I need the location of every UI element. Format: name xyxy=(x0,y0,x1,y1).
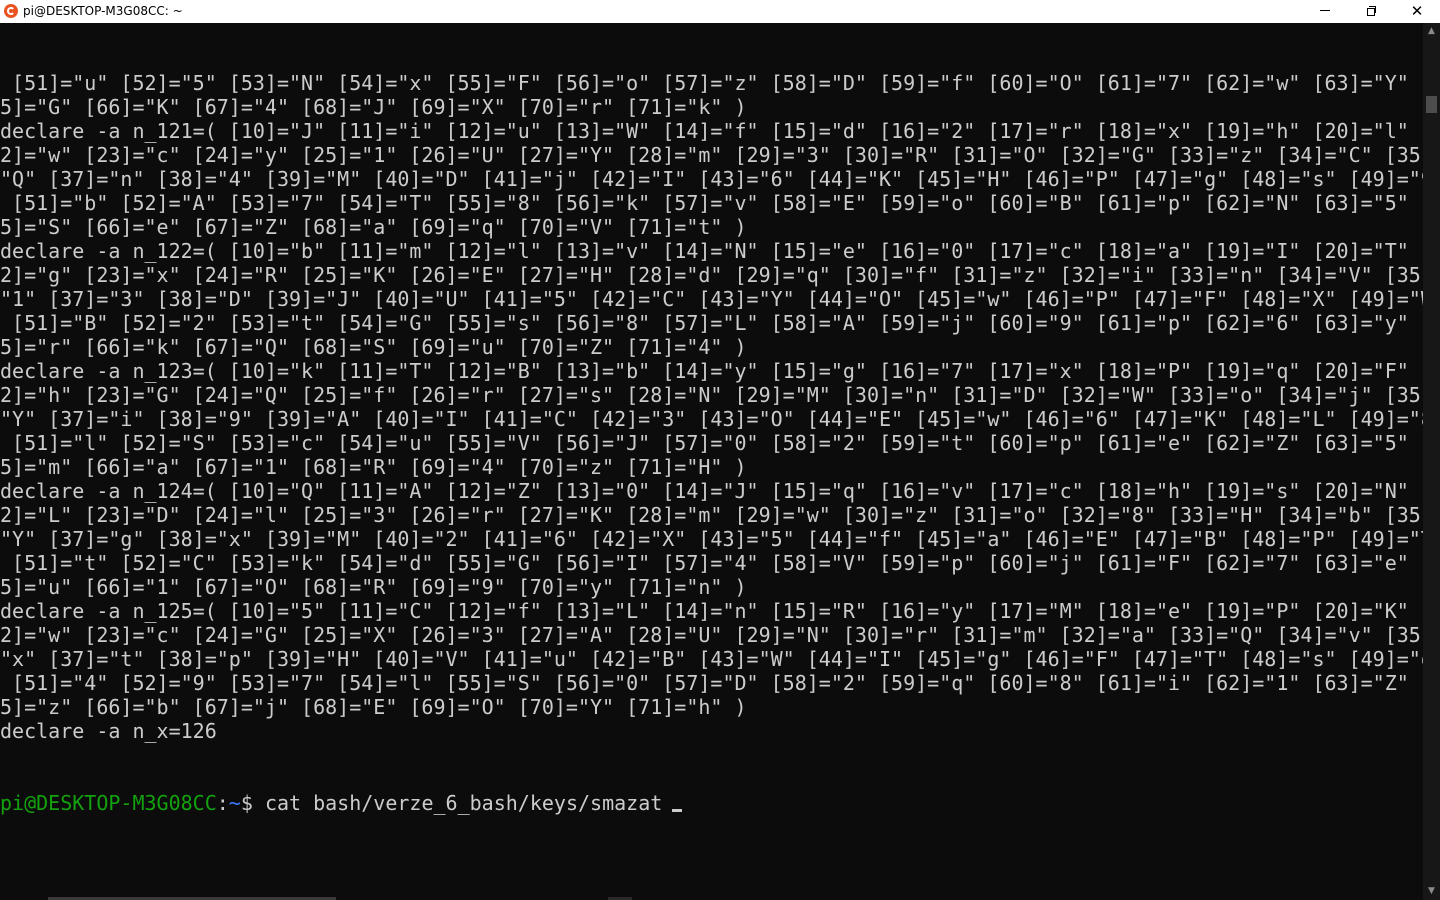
terminal-line: declare -a n_123=( [10]="k" [11]="T" [12… xyxy=(0,359,1423,383)
title-bar[interactable]: pi@DESKTOP-M3G08CC: ~ ✕ xyxy=(0,0,1440,23)
terminal-line: declare -a n_125=( [10]="5" [11]="C" [12… xyxy=(0,599,1423,623)
terminal-line: [51]="t" [52]="C" [53]="k" [54]="d" [55]… xyxy=(0,551,1423,575)
terminal-line: "Y" [37]="i" [38]="9" [39]="A" [40]="I" … xyxy=(0,407,1423,431)
restore-button[interactable] xyxy=(1348,0,1394,23)
terminal-line: declare -a n_122=( [10]="b" [11]="m" [12… xyxy=(0,239,1423,263)
window-title: pi@DESKTOP-M3G08CC: ~ xyxy=(23,4,183,18)
terminal-line: [51]="b" [52]="A" [53]="7" [54]="T" [55]… xyxy=(0,191,1423,215)
prompt-user-host: pi@DESKTOP-M3G08CC xyxy=(0,791,217,815)
terminal-line: [51]="4" [52]="9" [53]="7" [54]="l" [55]… xyxy=(0,671,1423,695)
minimize-button[interactable] xyxy=(1302,0,1348,23)
terminal-line: 2]="L" [23]="D" [24]="l" [25]="3" [26]="… xyxy=(0,503,1423,527)
terminal-line: declare -a n_x=126 xyxy=(0,719,217,743)
prompt-path: ~ xyxy=(228,791,241,815)
terminal-line: declare -a n_124=( [10]="Q" [11]="A" [12… xyxy=(0,479,1423,503)
terminal-line: 5]="m" [66]="a" [67]="1" [68]="R" [69]="… xyxy=(0,455,747,479)
terminal-line: [51]="u" [52]="5" [53]="N" [54]="x" [55]… xyxy=(0,71,1423,95)
scroll-down-arrow-icon[interactable]: ▼ xyxy=(1423,883,1440,900)
ubuntu-icon xyxy=(4,4,18,18)
terminal-line: 5]="S" [66]="e" [67]="Z" [68]="a" [69]="… xyxy=(0,215,747,239)
output-lines: [51]="u" [52]="5" [53]="N" [54]="x" [55]… xyxy=(0,71,1423,743)
close-button[interactable]: ✕ xyxy=(1394,0,1440,23)
restore-icon xyxy=(1366,6,1376,16)
terminal-window: pi@DESKTOP-M3G08CC: ~ ✕ [51]="u" [52]="5… xyxy=(0,0,1440,900)
scroll-thumb[interactable] xyxy=(1426,96,1437,113)
terminal-line: "Y" [37]="g" [38]="x" [39]="M" [40]="2" … xyxy=(0,527,1423,551)
prompt-dollar: $ xyxy=(240,791,265,815)
terminal-line: 5]="u" [66]="1" [67]="O" [68]="R" [69]="… xyxy=(0,575,747,599)
scroll-up-arrow-icon[interactable]: ▲ xyxy=(1423,23,1440,40)
terminal-line: [51]="l" [52]="S" [53]="c" [54]="u" [55]… xyxy=(0,431,1423,455)
terminal-line: [51]="B" [52]="2" [53]="t" [54]="G" [55]… xyxy=(0,311,1423,335)
terminal-line: 5]="r" [66]="k" [67]="Q" [68]="S" [69]="… xyxy=(0,335,747,359)
terminal-line: "1" [37]="3" [38]="D" [39]="J" [40]="U" … xyxy=(0,287,1423,311)
terminal-output[interactable]: [51]="u" [52]="5" [53]="N" [54]="x" [55]… xyxy=(0,23,1423,900)
prompt-separator: : xyxy=(216,791,229,815)
vertical-scrollbar[interactable]: ▲ ▼ xyxy=(1423,23,1440,900)
terminal-line: 2]="w" [23]="c" [24]="y" [25]="1" [26]="… xyxy=(0,143,1423,167)
close-icon: ✕ xyxy=(1410,2,1424,20)
text-cursor xyxy=(672,809,683,812)
prompt-line[interactable]: pi@DESKTOP-M3G08CC:~$ cat bash/verze_6_b… xyxy=(0,791,1423,815)
minimize-icon xyxy=(1320,10,1330,11)
terminal-line: declare -a n_121=( [10]="J" [11]="i" [12… xyxy=(0,119,1423,143)
terminal-line: "Q" [37]="n" [38]="4" [39]="M" [40]="D" … xyxy=(0,167,1423,191)
terminal-line: 2]="w" [23]="c" [24]="G" [25]="X" [26]="… xyxy=(0,623,1423,647)
command-input[interactable]: cat bash/verze_6_bash/keys/smazat xyxy=(265,791,662,815)
terminal-line: 2]="g" [23]="x" [24]="R" [25]="K" [26]="… xyxy=(0,263,1423,287)
terminal-line: 5]="z" [66]="b" [67]="j" [68]="E" [69]="… xyxy=(0,695,747,719)
terminal-line: "x" [37]="t" [38]="p" [39]="H" [40]="V" … xyxy=(0,647,1423,671)
terminal-line: 2]="h" [23]="G" [24]="Q" [25]="f" [26]="… xyxy=(0,383,1423,407)
terminal-line: 5]="G" [66]="K" [67]="4" [68]="J" [69]="… xyxy=(0,95,747,119)
